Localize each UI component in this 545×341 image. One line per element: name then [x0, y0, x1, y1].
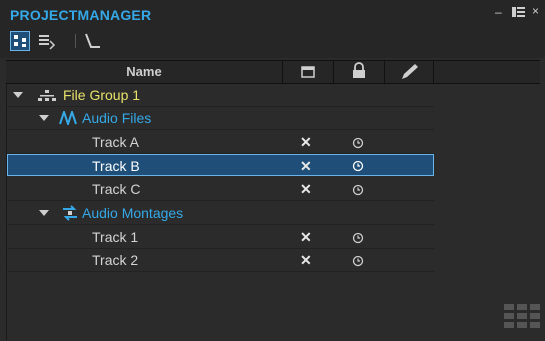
- tree-view-icon[interactable]: [10, 31, 30, 51]
- clock-icon[interactable]: [352, 254, 364, 267]
- clock-icon[interactable]: [352, 159, 364, 172]
- expand-caret-icon[interactable]: [13, 92, 23, 98]
- track-label: Track 1: [92, 229, 139, 245]
- x-icon[interactable]: ✕: [300, 178, 312, 200]
- table-row[interactable]: Track A ✕: [7, 131, 434, 154]
- layout-icon[interactable]: [512, 7, 525, 19]
- toolbar-separator: [75, 34, 76, 48]
- x-icon[interactable]: ✕: [300, 226, 312, 248]
- track-label: Track A: [92, 134, 139, 150]
- title-bar: PROJECTMANAGER – ×: [0, 0, 545, 28]
- column-header: Name: [6, 60, 540, 84]
- montage-icon: [60, 205, 80, 226]
- clock-icon[interactable]: [352, 231, 364, 244]
- clock-icon[interactable]: [352, 136, 364, 149]
- tree-row-group[interactable]: File Group 1: [7, 84, 434, 107]
- file-group-label: File Group 1: [63, 87, 141, 103]
- tree-row-folder[interactable]: Audio Montages: [7, 202, 434, 225]
- expand-caret-icon[interactable]: [39, 115, 49, 121]
- toolbar: [0, 28, 545, 58]
- table-row[interactable]: Track C ✕: [7, 178, 434, 201]
- minimize-button[interactable]: –: [495, 6, 502, 18]
- column-name[interactable]: Name: [6, 61, 282, 83]
- x-icon[interactable]: ✕: [300, 155, 312, 177]
- panel-title: PROJECTMANAGER: [10, 7, 152, 23]
- column-divider[interactable]: [433, 61, 434, 83]
- folder-label: Audio Files: [82, 110, 152, 126]
- table-row-selected[interactable]: Track B ✕: [7, 154, 434, 176]
- close-button[interactable]: ×: [532, 5, 539, 17]
- expand-caret-icon[interactable]: [39, 210, 49, 216]
- waveform-icon: [59, 108, 79, 130]
- file-group-icon: [38, 89, 56, 107]
- clock-icon[interactable]: [352, 183, 364, 196]
- resize-grip-icon[interactable]: [504, 304, 540, 333]
- project-manager-panel: PROJECTMANAGER – × Name File Group 1 Aud…: [0, 0, 545, 341]
- column-lock[interactable]: [334, 61, 384, 83]
- track-label: Track C: [92, 181, 141, 197]
- track-label: Track 2: [92, 252, 139, 268]
- table-row[interactable]: Track 1 ✕: [7, 226, 434, 249]
- path-icon[interactable]: [82, 31, 102, 51]
- column-edit[interactable]: [385, 61, 433, 83]
- x-icon[interactable]: ✕: [300, 249, 312, 271]
- project-tree: File Group 1 Audio Files Track A ✕ Track…: [6, 84, 541, 340]
- track-label: Track B: [92, 158, 140, 174]
- column-window[interactable]: [283, 61, 333, 83]
- list-view-icon[interactable]: [36, 31, 56, 51]
- x-icon[interactable]: ✕: [300, 131, 312, 153]
- table-row[interactable]: Track 2 ✕: [7, 249, 434, 272]
- folder-label: Audio Montages: [82, 205, 184, 221]
- tree-row-folder[interactable]: Audio Files: [7, 107, 434, 130]
